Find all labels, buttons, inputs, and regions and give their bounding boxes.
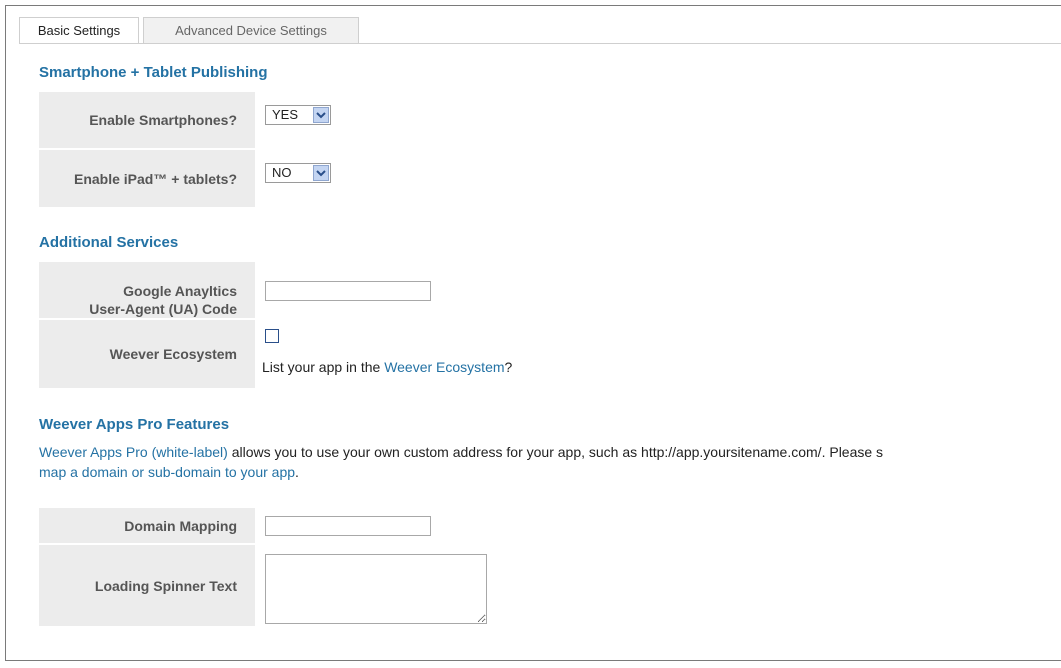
tablets-select[interactable]: NO: [265, 163, 331, 183]
section-title-publishing: Smartphone + Tablet Publishing: [39, 64, 268, 81]
analytics-code-input[interactable]: [265, 281, 431, 301]
smartphones-select[interactable]: YES: [265, 105, 331, 125]
analytics-label-line2: User-Agent (UA) Code: [89, 301, 237, 317]
domain-label-cell: Domain Mapping: [39, 508, 255, 543]
analytics-label-cell: Google Anayltics User-Agent (UA) Code: [39, 262, 255, 318]
chevron-down-icon: [313, 165, 329, 181]
pro-description-end: .: [295, 464, 299, 480]
analytics-label-line1: Google Anayltics: [123, 283, 237, 299]
ecosystem-text-before: List your app in the: [262, 359, 385, 375]
ecosystem-label: Weever Ecosystem: [109, 346, 237, 362]
smartphones-label-cell: Enable Smartphones?: [39, 92, 255, 148]
pro-white-label-link[interactable]: Weever Apps Pro (white-label): [39, 444, 228, 460]
section-title-services: Additional Services: [39, 234, 179, 251]
pro-description: Weever Apps Pro (white-label) allows you…: [39, 442, 1061, 482]
domain-label: Domain Mapping: [124, 517, 237, 534]
tablets-label-cell: Enable iPad™ + tablets?: [39, 150, 255, 207]
ecosystem-checkbox[interactable]: [265, 329, 279, 343]
tablets-label: Enable iPad™ + tablets?: [74, 170, 237, 187]
domain-mapping-input[interactable]: [265, 516, 431, 536]
map-domain-link[interactable]: map a domain or sub-domain to your app: [39, 464, 295, 480]
spinner-label: Loading Spinner Text: [94, 577, 237, 594]
spinner-label-cell: Loading Spinner Text: [39, 545, 255, 626]
ecosystem-link[interactable]: Weever Ecosystem: [384, 359, 504, 375]
tablets-select-value: NO: [272, 165, 292, 180]
chevron-down-icon: [313, 107, 329, 123]
ecosystem-label-cell: Weever Ecosystem: [39, 320, 255, 388]
loading-spinner-textarea[interactable]: [265, 554, 487, 624]
smartphones-select-value: YES: [272, 107, 299, 122]
tab-divider: [19, 43, 1061, 44]
ecosystem-text-after: ?: [504, 359, 513, 375]
tab-advanced-device-settings[interactable]: Advanced Device Settings: [143, 17, 359, 44]
ecosystem-description: List your app in the Weever Ecosystem?: [262, 359, 512, 375]
tab-basic-settings[interactable]: Basic Settings: [19, 17, 139, 44]
section-title-pro: Weever Apps Pro Features: [39, 416, 230, 433]
smartphones-label: Enable Smartphones?: [89, 112, 237, 128]
pro-description-text: allows you to use your own custom addres…: [227, 444, 884, 460]
